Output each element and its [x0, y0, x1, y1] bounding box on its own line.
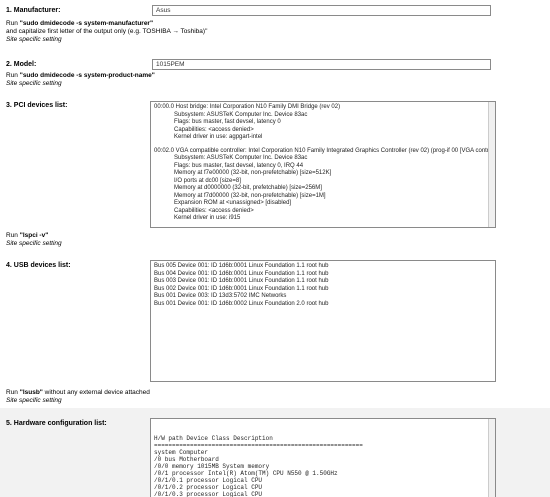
- run-command: "sudo dmidecode -s system-manufacturer": [19, 20, 154, 27]
- hardware-line: ========================================…: [154, 442, 363, 449]
- pci-line: I/O ports at dc00 [size=8]: [174, 177, 241, 184]
- model-input[interactable]: 1015PEM: [152, 59, 491, 70]
- hardware-label: 5. Hardware configuration list:: [6, 420, 107, 427]
- run-command: "sudo dmidecode -s system-product-name": [19, 72, 155, 79]
- pci-line: 00:02.0 VGA compatible controller: Intel…: [154, 147, 496, 154]
- run-suffix: and capitalize first letter of the outpu…: [6, 28, 208, 35]
- manufacturer-hint: Run "sudo dmidecode -s system-manufactur…: [6, 20, 207, 44]
- run-command: "lsusb": [19, 389, 43, 396]
- usb-line: Bus 001 Device 001: ID 1d6b:0002 Linux F…: [154, 300, 329, 307]
- usb-label: 4. USB devices list:: [6, 262, 71, 269]
- run-command: "lspci -v": [19, 232, 49, 239]
- pci-line: Expansion ROM at <unassigned> [disabled]: [174, 200, 292, 206]
- pci-line: Memory at f7d00000 (32-bit, non-prefetch…: [174, 192, 326, 199]
- manufacturer-label: 1. Manufacturer:: [6, 7, 61, 14]
- site-setting-note: Site specific setting: [6, 80, 62, 87]
- site-setting-note: Site specific setting: [6, 36, 62, 43]
- pci-scrollbar[interactable]: [488, 102, 495, 227]
- manufacturer-input[interactable]: Asus: [152, 5, 491, 16]
- pci-textarea[interactable]: 00:00.0 Host bridge: Intel Corporation N…: [150, 101, 496, 228]
- pci-line: Kernel driver in use: agpgart-intel: [174, 134, 263, 140]
- pci-label: 3. PCI devices list:: [6, 102, 68, 109]
- hardware-textarea[interactable]: H/W path Device Class Description =======…: [150, 418, 496, 497]
- usb-line: Bus 001 Device 003: ID 13d3:5702 IMC Net…: [154, 293, 287, 299]
- run-prefix: Run: [6, 232, 20, 239]
- pci-line: 00:00.0 Host bridge: Intel Corporation N…: [154, 104, 341, 110]
- usb-line: Bus 003 Device 001: ID 1d6b:0001 Linux F…: [154, 278, 329, 284]
- usb-line: Bus 002 Device 001: ID 1d6b:0001 Linux F…: [154, 285, 329, 292]
- usb-hint: Run "lsusb" without any external device …: [6, 389, 150, 405]
- hardware-line: /0/1/0.3 processor Logical CPU: [154, 491, 263, 497]
- pci-line: Memory at d0000000 (32-bit, prefetchable…: [174, 185, 322, 191]
- usb-textarea[interactable]: Bus 005 Device 001: ID 1d6b:0001 Linux F…: [150, 260, 496, 382]
- hardware-line: /0/1/0.2 processor Logical CPU: [154, 484, 263, 491]
- pci-line: Capabilities: <access denied>: [174, 126, 254, 133]
- model-label: 2. Model:: [6, 61, 37, 68]
- pci-line: Subsystem: ASUSTeK Computer Inc. Device …: [174, 155, 308, 161]
- run-prefix: Run: [6, 20, 20, 27]
- model-hint: Run "sudo dmidecode -s system-product-na…: [6, 72, 155, 88]
- site-setting-note: Site specific setting: [6, 240, 62, 247]
- hardware-line: /0 bus Motherboard: [154, 456, 219, 463]
- hardware-line: H/W path Device Class Description: [154, 435, 273, 442]
- hardware-line: /0/0 memory 1015MB System memory: [154, 463, 270, 470]
- usb-line: Bus 004 Device 001: ID 1d6b:0001 Linux F…: [154, 270, 329, 277]
- pci-hint: Run "lspci -v" Site specific setting: [6, 232, 62, 248]
- run-prefix: Run: [6, 72, 20, 79]
- pci-line: Kernel driver in use: i915: [174, 215, 241, 221]
- site-setting-note: Site specific setting: [6, 397, 62, 404]
- hardware-line: /0/1 processor Intel(R) Atom(TM) CPU N55…: [154, 470, 338, 477]
- pci-line: Capabilities: <access denied>: [174, 207, 254, 214]
- run-suffix: without any external device attached: [42, 389, 150, 396]
- hardware-scrollbar[interactable]: [488, 419, 495, 497]
- hardware-line: system Computer: [154, 449, 209, 456]
- run-prefix: Run: [6, 389, 20, 396]
- pci-line: Memory at f7e00000 (32-bit, non-prefetch…: [174, 170, 332, 176]
- pci-line: Flags: bus master, fast devsel, latency …: [174, 119, 281, 125]
- pci-line: Flags: bus master, fast devsel, latency …: [174, 162, 304, 169]
- hardware-line: /0/1/0.1 processor Logical CPU: [154, 477, 263, 484]
- usb-line: Bus 005 Device 001: ID 1d6b:0001 Linux F…: [154, 263, 329, 269]
- pci-line: Subsystem: ASUSTeK Computer Inc. Device …: [174, 111, 308, 118]
